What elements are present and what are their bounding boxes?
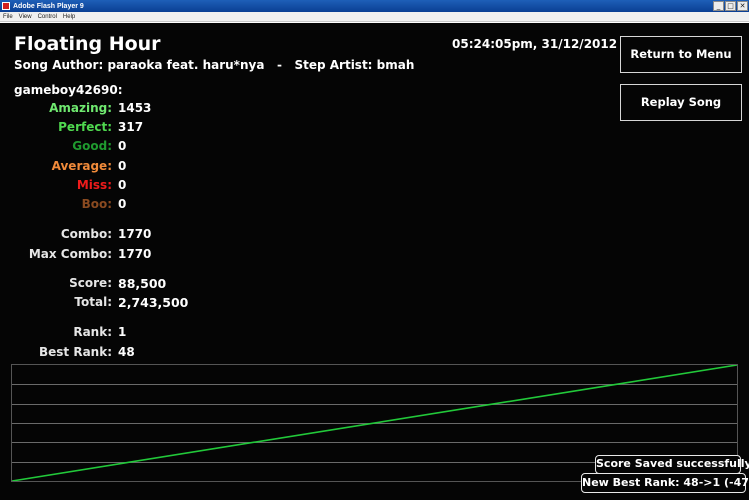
window-title: Adobe Flash Player 9 — [13, 2, 84, 10]
return-to-menu-button[interactable]: Return to Menu — [620, 36, 742, 73]
stat-label-perfect: Perfect: — [58, 120, 112, 134]
stat-label-combo: Combo: — [60, 227, 112, 241]
stat-row-best-rank: Best Rank: 48 — [0, 345, 260, 361]
stat-row-score: Score: 88,500 — [0, 276, 260, 292]
stat-label-rank: Rank: — [73, 325, 112, 339]
song-title: Floating Hour — [14, 33, 161, 55]
stat-row-average: Average: 0 — [0, 159, 260, 175]
menu-file[interactable]: File — [3, 14, 13, 20]
stat-row-total: Total: 2,743,500 — [0, 295, 260, 311]
stat-row-max-combo: Max Combo: 1770 — [0, 247, 260, 263]
results-screen: Floating Hour Song Author: paraoka feat.… — [0, 23, 749, 500]
replay-song-button[interactable]: Replay Song — [620, 84, 742, 121]
stat-label-good: Good: — [72, 139, 112, 153]
stat-row-combo: Combo: 1770 — [0, 227, 260, 243]
song-credits: Song Author: paraoka feat. haru*nya - St… — [14, 58, 415, 72]
stat-label-best-rank: Best Rank: — [38, 345, 112, 359]
stat-value-combo: 1770 — [118, 227, 152, 241]
stat-value-rank: 1 — [118, 325, 127, 339]
stat-value-score: 88,500 — [118, 276, 167, 291]
stat-value-average: 0 — [118, 159, 127, 173]
stat-label-miss: Miss: — [76, 178, 112, 192]
play-datetime: 05:24:05pm, 31/12/2012 — [452, 37, 618, 51]
menu-view[interactable]: View — [19, 14, 32, 20]
stat-row-boo: Boo: 0 — [0, 197, 260, 213]
stat-label-average: Average: — [51, 159, 112, 173]
menu-bar: File View Control Help — [0, 12, 749, 22]
score-saved-notification: Score Saved successfully! — [595, 455, 749, 474]
minimize-button[interactable]: _ — [713, 1, 724, 11]
player-name: gameboy42690: — [14, 83, 123, 97]
stat-value-amazing: 1453 — [118, 101, 152, 115]
stat-label-score: Score: — [69, 276, 112, 290]
menu-help[interactable]: Help — [63, 14, 75, 20]
window-controls: _ □ ✕ — [713, 1, 748, 11]
stat-label-max-combo: Max Combo: — [28, 247, 112, 261]
stat-value-good: 0 — [118, 139, 127, 153]
flash-app-icon — [2, 2, 10, 10]
stat-row-perfect: Perfect: 317 — [0, 120, 260, 136]
stat-value-miss: 0 — [118, 178, 127, 192]
maximize-button[interactable]: □ — [725, 1, 736, 11]
new-best-rank-notification: New Best Rank: 48->1 (-47) — [581, 473, 749, 493]
stat-row-rank: Rank: 1 — [0, 325, 260, 341]
stat-row-good: Good: 0 — [0, 139, 260, 155]
stat-row-amazing: Amazing: 1453 — [0, 101, 260, 117]
stat-row-miss: Miss: 0 — [0, 178, 260, 194]
stat-value-total: 2,743,500 — [118, 295, 189, 310]
stat-value-best-rank: 48 — [118, 345, 135, 359]
stat-label-boo: Boo: — [81, 197, 112, 211]
stat-label-amazing: Amazing: — [49, 101, 112, 115]
stat-value-max-combo: 1770 — [118, 247, 152, 261]
menu-control[interactable]: Control — [38, 14, 57, 20]
stat-label-total: Total: — [74, 295, 112, 309]
stat-value-perfect: 317 — [118, 120, 144, 134]
window-titlebar[interactable]: Adobe Flash Player 9 _ □ ✕ — [0, 0, 749, 12]
stat-value-boo: 0 — [118, 197, 127, 211]
close-button[interactable]: ✕ — [737, 1, 748, 11]
